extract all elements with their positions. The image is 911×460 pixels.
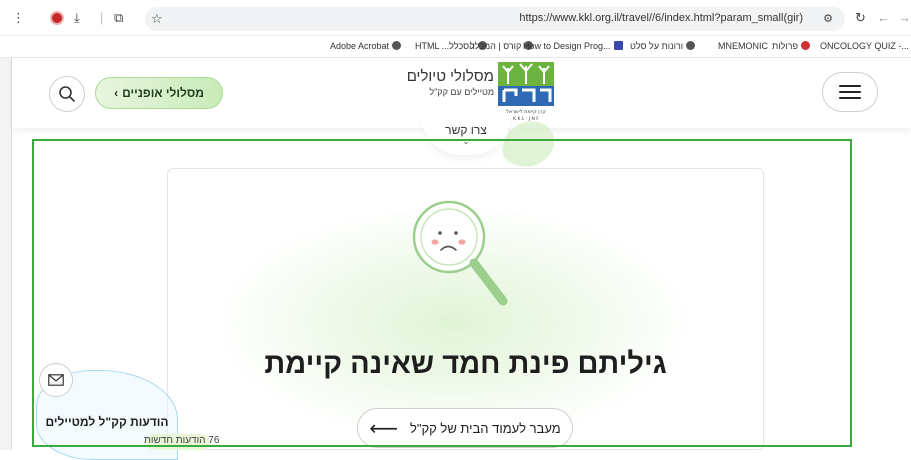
bookmark-item[interactable]: פרולות — [772, 41, 810, 51]
back-icon[interactable]: ← — [877, 9, 890, 27]
bookmark-item[interactable]: ורונות על סלט — [630, 41, 696, 51]
kkl-logo-icon[interactable]: קרן קיימת לישראל K K L · J N F — [496, 60, 556, 122]
search-button[interactable] — [49, 76, 85, 112]
bookmarks-bar: Adobe Acrobat HTML ...הסכלל קורס | המכלל… — [0, 36, 911, 58]
bookmark-item[interactable]: ONCOLOGY QUIZ -... — [820, 41, 909, 51]
url-text: https://www.kkl.org.il/travel//6/index.h… — [519, 12, 803, 24]
search-icon — [59, 86, 75, 102]
extensions-icon[interactable]: ⧉ — [114, 9, 123, 27]
bookmark-star-icon[interactable]: ☆ — [151, 10, 163, 28]
toolbar-divider: | — [100, 10, 104, 25]
hamburger-menu-button[interactable] — [822, 72, 878, 112]
bike-routes-label: מסלולי אופניים — [122, 86, 204, 100]
record-icon[interactable] — [50, 11, 64, 25]
forward-icon[interactable]: → — [898, 9, 911, 27]
bike-routes-button[interactable]: מסלולי אופניים › — [95, 77, 223, 109]
bookmark-item[interactable]: How to Design Prog... — [523, 41, 623, 51]
bookmark-item[interactable]: Adobe Acrobat — [330, 41, 402, 51]
site-brand[interactable]: מסלולי טיולים מטיילים עם קק"ל — [382, 68, 494, 97]
download-icon[interactable]: ⤓ — [74, 9, 80, 27]
brand-title: מסלולי טיולים — [406, 68, 494, 85]
chevron-right-icon: › — [114, 86, 119, 100]
address-bar[interactable]: ☆ https://www.kkl.org.il/travel//6/index… — [145, 7, 845, 31]
reload-icon[interactable]: ↻ — [855, 9, 866, 27]
contact-label: צרו קשר — [445, 123, 487, 137]
browser-toolbar: ⋮ ⤓ | ⧉ ☆ https://www.kkl.org.il/travel/… — [0, 0, 911, 36]
brand-subtitle: מטיילים עם קק"ל — [429, 87, 494, 97]
logo-caption: קרן קיימת לישראל — [506, 109, 546, 115]
highlight-frame — [32, 139, 852, 447]
site-settings-icon[interactable]: ⚙ — [823, 10, 833, 28]
bookmark-item[interactable]: MNEMONIC — [718, 41, 768, 51]
hamburger-icon — [839, 85, 861, 99]
kebab-menu-icon[interactable]: ⋮ — [12, 9, 25, 27]
